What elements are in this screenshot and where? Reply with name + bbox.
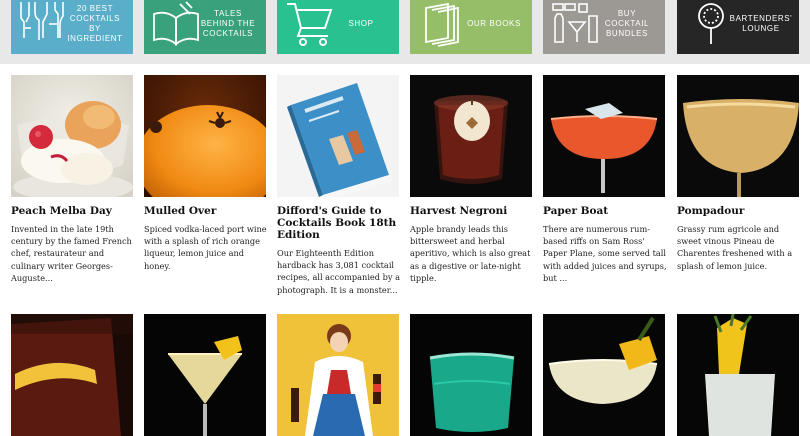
category-tiles-bar: 20 Best Cocktails by Ingredient Tales Be… — [0, 0, 810, 64]
card-title[interactable]: Paper Boat — [543, 205, 667, 217]
tile-tales-behind-cocktails[interactable]: Tales Behind the Cocktails — [144, 0, 266, 54]
tile-shop[interactable]: Shop — [277, 0, 399, 54]
tile-label: Tales Behind the Cocktails — [200, 9, 256, 38]
martini-lemon-image[interactable] — [144, 314, 266, 436]
clove-orange-image[interactable] — [144, 75, 266, 197]
tile-best-by-ingredient[interactable]: 20 Best Cocktails by Ingredient — [11, 0, 133, 54]
card-title[interactable]: Mulled Over — [144, 205, 268, 217]
tile-label: Buy Cocktail Bundles — [604, 9, 650, 38]
tile-label: Shop — [348, 19, 374, 28]
card-title[interactable]: Peach Melba Day — [11, 205, 135, 217]
card-description: Invented in the late 19th century by the… — [11, 224, 132, 283]
card-description: Our Eighteenth Edition hardback has 3,08… — [277, 248, 400, 295]
coupe-cocktail-image[interactable] — [543, 75, 665, 197]
book-cover-image[interactable] — [277, 75, 399, 197]
highball-pineapple-image[interactable] — [677, 314, 799, 436]
tile-our-books[interactable]: Our Books — [410, 0, 532, 54]
tile-cocktail-bundles[interactable]: Buy Cocktail Bundles — [543, 0, 665, 54]
old-fashioned-image[interactable] — [11, 314, 133, 436]
peach-melba-image[interactable] — [11, 75, 133, 197]
negroni-glass-image[interactable] — [410, 75, 532, 197]
vintage-poster-image[interactable] — [277, 314, 399, 436]
card-description: There are numerous rum-based riffs on Sa… — [543, 224, 667, 283]
blue-cocktail-image[interactable] — [410, 314, 532, 436]
card-description: Spiced vodka-laced port wine with a spla… — [144, 224, 267, 271]
tile-label: Our Books — [467, 19, 521, 28]
card-description: Apple brandy leads this bittersweet and … — [410, 224, 531, 283]
pompadour-glass-image[interactable] — [677, 75, 799, 197]
card-title[interactable]: Harvest Negroni — [410, 205, 534, 217]
pineapple-coupe-image[interactable] — [543, 314, 665, 436]
card-description: Grassy rum agricole and sweet vinous Pin… — [677, 224, 793, 271]
tile-label: Bartenders' Lounge — [729, 14, 793, 33]
tile-bartenders-lounge[interactable]: Bartenders' Lounge — [677, 0, 799, 54]
tile-label: 20 Best Cocktails by Ingredient — [67, 4, 123, 43]
card-title[interactable]: Difford's Guide to Cocktails Book 18th E… — [277, 205, 401, 241]
card-title[interactable]: Pompadour — [677, 205, 801, 217]
